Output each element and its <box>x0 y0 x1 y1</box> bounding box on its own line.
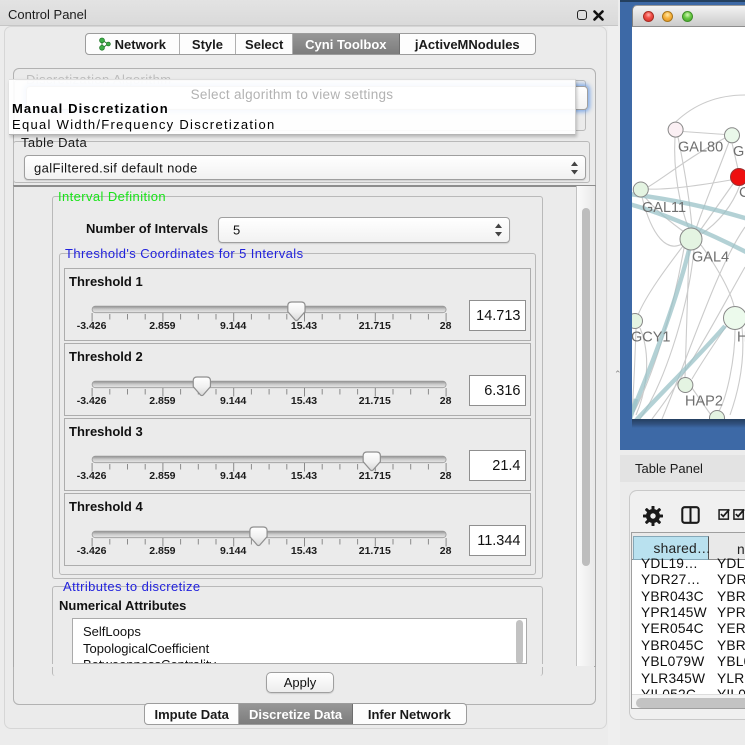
svg-text:GAL11: GAL11 <box>642 200 686 216</box>
svg-text:G.: G. <box>733 144 745 160</box>
svg-text:GAL80: GAL80 <box>678 140 723 156</box>
svg-text:H: H <box>737 330 745 346</box>
svg-text:GAL4: GAL4 <box>692 250 729 266</box>
svg-text:GCY1: GCY1 <box>632 330 671 346</box>
svg-text:HAP2: HAP2 <box>685 394 723 410</box>
svg-text:C: C <box>739 185 745 201</box>
